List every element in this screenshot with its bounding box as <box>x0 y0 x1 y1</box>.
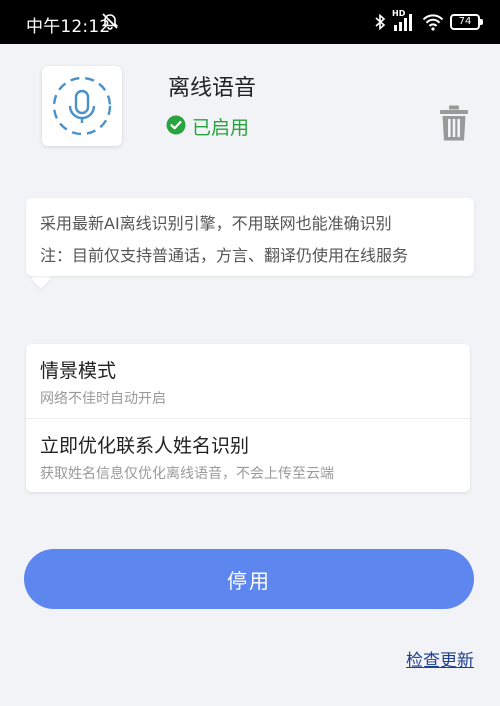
feature-title: 离线语音 <box>168 76 257 101</box>
setting-subtitle: 获取姓名信息仅优化离线语音，不会上传至云端 <box>40 466 334 482</box>
check-update-link[interactable]: 检查更新 <box>406 646 474 671</box>
status-text: 已启用 <box>192 117 250 139</box>
setting-subtitle: 网络不佳时自动开启 <box>40 391 166 407</box>
status-time: 中午12:12 <box>26 17 111 37</box>
setting-title: 立即优化联系人姓名识别 <box>40 435 250 457</box>
offline-voice-app-icon <box>42 66 122 146</box>
info-bubble: 采用最新AI离线识别引擎，不用联网也能准确识别 注：目前仅支持普通话，方言、翻译… <box>26 198 474 276</box>
wifi-icon <box>422 13 444 31</box>
bluetooth-icon <box>374 13 386 31</box>
info-line-1: 采用最新AI离线识别引擎，不用联网也能准确识别 <box>40 214 392 233</box>
mute-icon <box>100 11 120 31</box>
status-bar: 中午12:12 HD 74 <box>0 0 500 44</box>
enabled-status: 已启用 <box>166 113 249 140</box>
signal-icon: HD <box>392 9 416 32</box>
battery-icon: 74 <box>450 14 483 30</box>
disable-button[interactable]: 停用 <box>24 549 474 609</box>
setting-title: 情景模式 <box>40 360 117 382</box>
microphone-icon <box>52 76 112 136</box>
setting-scene-mode[interactable]: 情景模式 网络不佳时自动开启 <box>26 344 470 418</box>
status-icons: HD 74 <box>374 9 483 34</box>
info-line-2: 注：目前仅支持普通话，方言、翻译仍使用在线服务 <box>40 246 409 265</box>
check-circle-icon <box>166 115 186 139</box>
setting-contact-name-optimize[interactable]: 立即优化联系人姓名识别 获取姓名信息仅优化离线语音，不会上传至云端 <box>26 418 470 493</box>
settings-card: 情景模式 网络不佳时自动开启 立即优化联系人姓名识别 获取姓名信息仅优化离线语音… <box>26 344 470 492</box>
trash-icon[interactable] <box>438 104 470 142</box>
